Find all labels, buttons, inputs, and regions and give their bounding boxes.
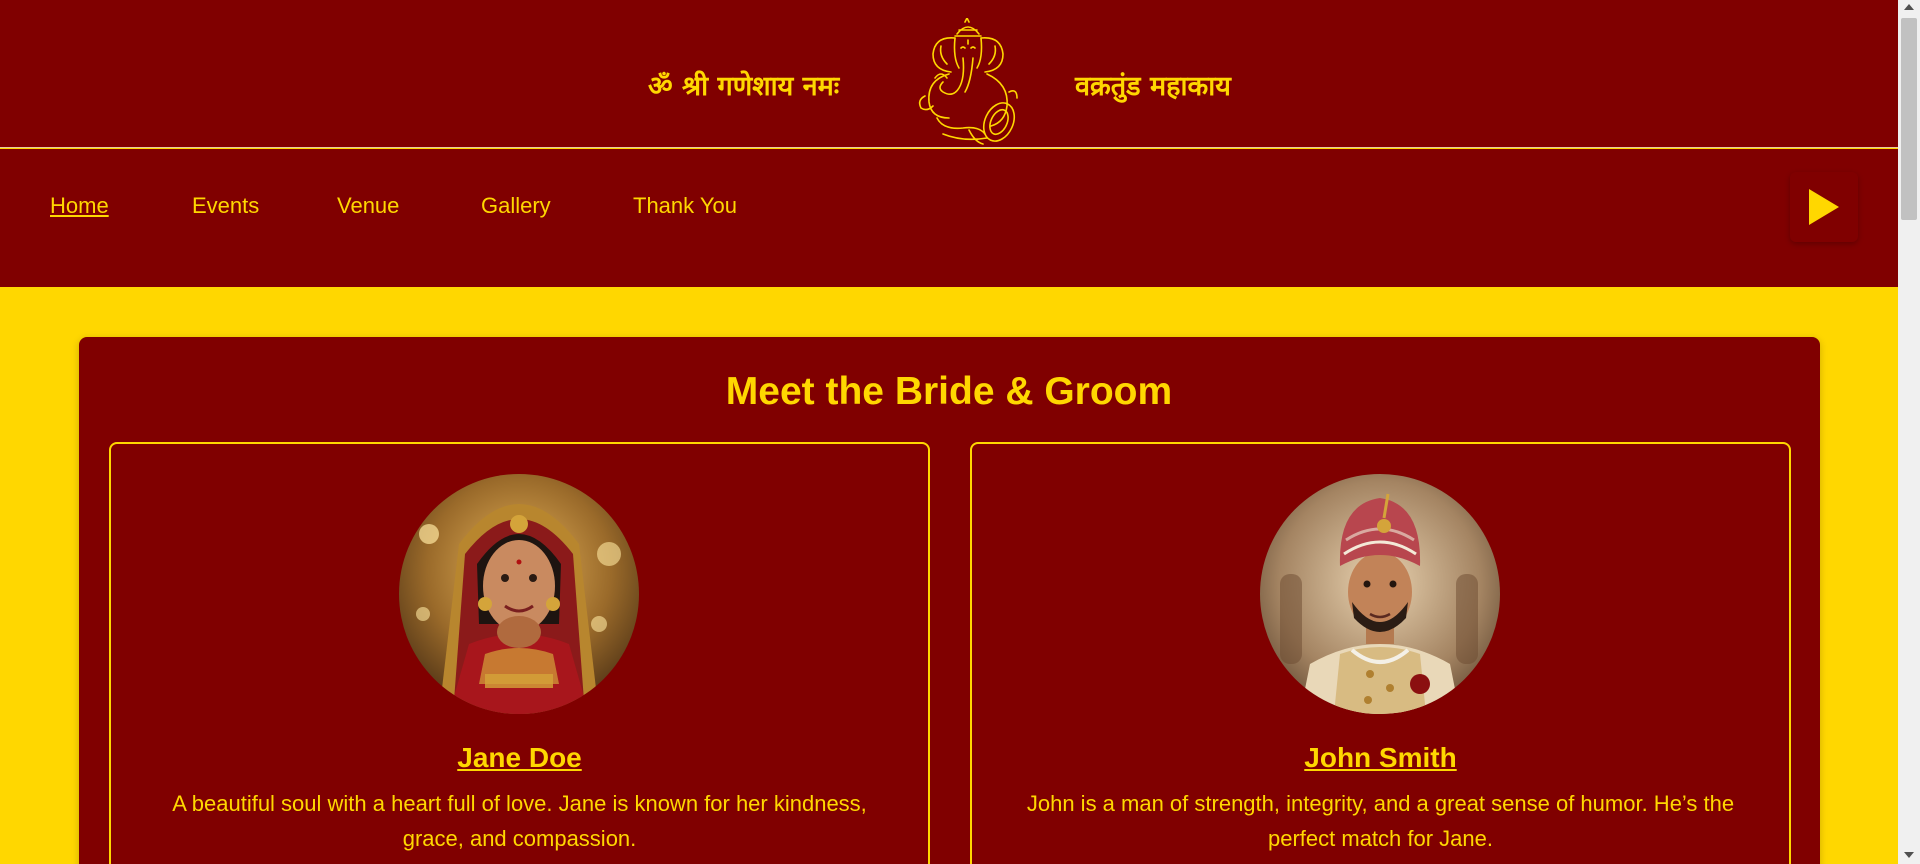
ganesha-icon: [913, 17, 1023, 146]
vertical-scrollbar[interactable]: [1898, 0, 1920, 864]
play-icon: [1809, 189, 1839, 225]
groom-photo: [1260, 474, 1500, 714]
mantra-right: वक्रतुंड महाकाय: [1075, 71, 1231, 102]
scroll-up-arrow-icon[interactable]: [1904, 4, 1914, 10]
groom-bio: John is a man of strength, integrity, an…: [970, 786, 1791, 856]
bride-bio-line-1: A beautiful soul with a heart full of lo…: [172, 791, 867, 816]
scrollbar-thumb[interactable]: [1901, 18, 1917, 220]
bride-bio-line-2: grace, and compassion.: [402, 826, 637, 851]
scroll-down-arrow-icon[interactable]: [1904, 852, 1914, 858]
main-nav: [0, 149, 1898, 287]
page: ॐ श्री गणेशाय नमः वक्रतुंड महाकाय Home E…: [0, 0, 1898, 864]
bride-bio: A beautiful soul with a heart full of lo…: [109, 786, 930, 856]
nav-item-thank-you[interactable]: Thank You: [633, 193, 737, 219]
bride-name-link[interactable]: Jane Doe: [109, 742, 930, 774]
nav-item-gallery[interactable]: Gallery: [481, 193, 551, 219]
nav-item-venue[interactable]: Venue: [337, 193, 399, 219]
nav-item-home[interactable]: Home: [50, 193, 109, 219]
groom-bio-line-2: perfect match for Jane.: [1268, 826, 1493, 851]
groom-name-link[interactable]: John Smith: [970, 742, 1791, 774]
nav-item-events[interactable]: Events: [192, 193, 259, 219]
bride-photo: [399, 474, 639, 714]
mantra-left: ॐ श्री गणेशाय नमः: [648, 71, 840, 102]
groom-bio-line-1: John is a man of strength, integrity, an…: [1026, 791, 1735, 816]
section-title: Meet the Bride & Groom: [725, 370, 1173, 413]
music-play-button[interactable]: [1790, 172, 1858, 242]
